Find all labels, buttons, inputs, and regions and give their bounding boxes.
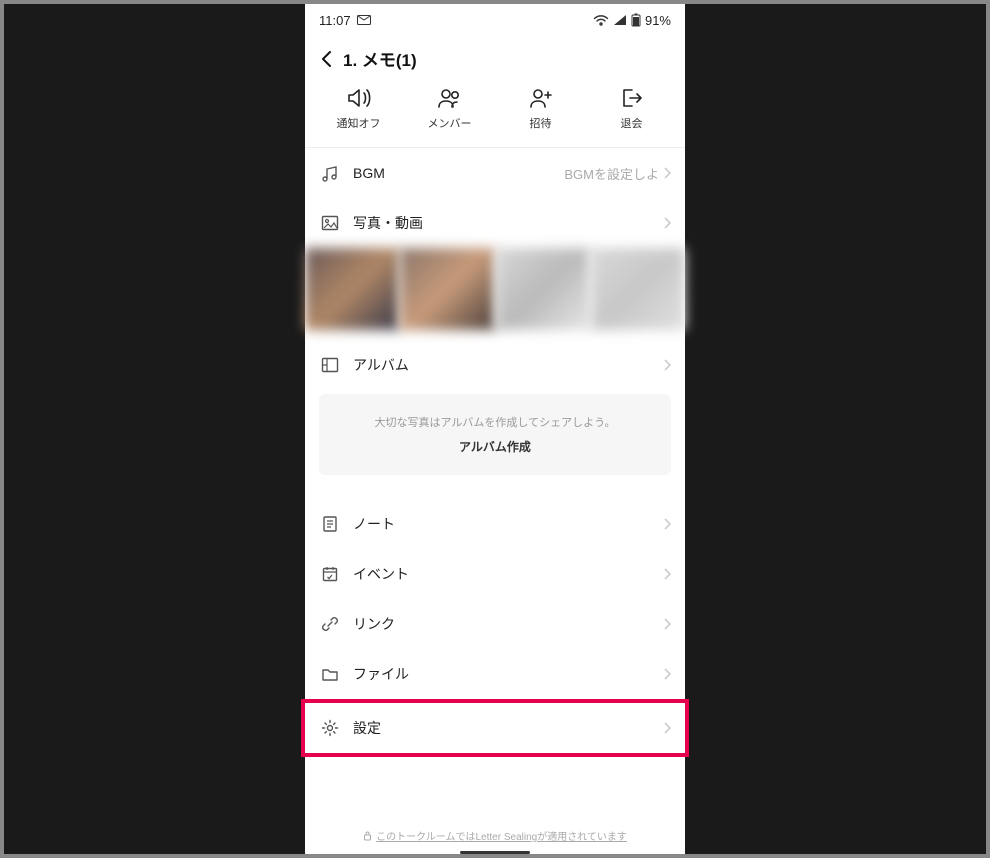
chevron-right-icon [663, 668, 671, 680]
members-button[interactable]: メンバー [404, 87, 495, 131]
invite-icon [528, 87, 554, 109]
battery-icon [631, 13, 641, 27]
chevron-right-icon [663, 518, 671, 530]
calendar-icon [319, 565, 341, 583]
invite-button[interactable]: 招待 [495, 87, 586, 131]
row-label: リンク [353, 614, 663, 634]
action-label: 招待 [530, 115, 552, 131]
row-label: 写真・動画 [353, 213, 663, 233]
header: 1. メモ(1) [305, 32, 685, 81]
notify-off-button[interactable]: 通知オフ [313, 87, 404, 131]
thumbnail[interactable] [496, 248, 590, 330]
exit-icon [619, 87, 645, 109]
chevron-right-icon [663, 217, 671, 229]
status-bar: 11:07 91% [305, 4, 685, 32]
highlight-box: 設定 [301, 699, 689, 757]
gear-icon [319, 719, 341, 737]
speaker-icon [346, 87, 372, 109]
phone-screen: 11:07 91% 1. メモ(1) [305, 4, 685, 854]
settings-row[interactable]: 設定 [305, 703, 685, 753]
row-label: アルバム [353, 355, 663, 375]
album-create-box[interactable]: 大切な写真はアルバムを作成してシェアしよう。 アルバム作成 [319, 394, 671, 475]
bgm-row[interactable]: BGM BGMを設定しよ [305, 148, 685, 198]
row-label: BGM [353, 165, 564, 181]
action-label: 通知オフ [337, 115, 381, 131]
home-indicator [460, 851, 530, 854]
row-label: イベント [353, 564, 663, 584]
lock-icon [363, 831, 372, 841]
menu-list: BGM BGMを設定しよ 写真・動画 アルバム [305, 148, 685, 757]
row-label: 設定 [353, 718, 663, 738]
image-icon [319, 214, 341, 232]
link-icon [319, 615, 341, 633]
footer-text: このトークルームではLetter Sealingが適用されています [376, 828, 627, 843]
action-label: メンバー [428, 115, 472, 131]
back-icon[interactable] [319, 50, 333, 68]
photos-row[interactable]: 写真・動画 [305, 198, 685, 248]
chevron-right-icon [663, 618, 671, 630]
album-hint: 大切な写真はアルバムを作成してシェアしよう。 [331, 414, 659, 430]
album-icon [319, 356, 341, 374]
wifi-icon [593, 14, 609, 26]
leave-button[interactable]: 退会 [586, 87, 677, 131]
bgm-value: BGMを設定しよ [564, 164, 659, 183]
folder-icon [319, 665, 341, 683]
action-label: 退会 [621, 115, 643, 131]
thumbnail[interactable] [305, 248, 399, 330]
row-label: ノート [353, 514, 663, 534]
photo-thumbnails[interactable] [305, 248, 685, 340]
chevron-right-icon [663, 359, 671, 371]
chevron-right-icon [663, 568, 671, 580]
link-row[interactable]: リンク [305, 599, 685, 649]
mail-icon [357, 15, 371, 25]
note-row[interactable]: ノート [305, 499, 685, 549]
signal-icon [613, 14, 627, 26]
row-label: ファイル [353, 664, 663, 684]
album-row[interactable]: アルバム [305, 340, 685, 390]
page-title: 1. メモ(1) [343, 46, 417, 71]
battery-percent: 91% [645, 13, 671, 28]
note-icon [319, 515, 341, 533]
event-row[interactable]: イベント [305, 549, 685, 599]
chevron-right-icon [663, 722, 671, 734]
status-time: 11:07 [319, 13, 351, 28]
members-icon [437, 87, 463, 109]
music-icon [319, 164, 341, 182]
letter-sealing-footer[interactable]: このトークルームではLetter Sealingが適用されています [305, 808, 685, 849]
thumbnail[interactable] [400, 248, 494, 330]
chevron-right-icon [663, 167, 671, 179]
album-create-cta: アルバム作成 [331, 438, 659, 455]
thumbnail[interactable] [591, 248, 685, 330]
quick-actions: 通知オフ メンバー 招待 退会 [305, 81, 685, 148]
file-row[interactable]: ファイル [305, 649, 685, 699]
